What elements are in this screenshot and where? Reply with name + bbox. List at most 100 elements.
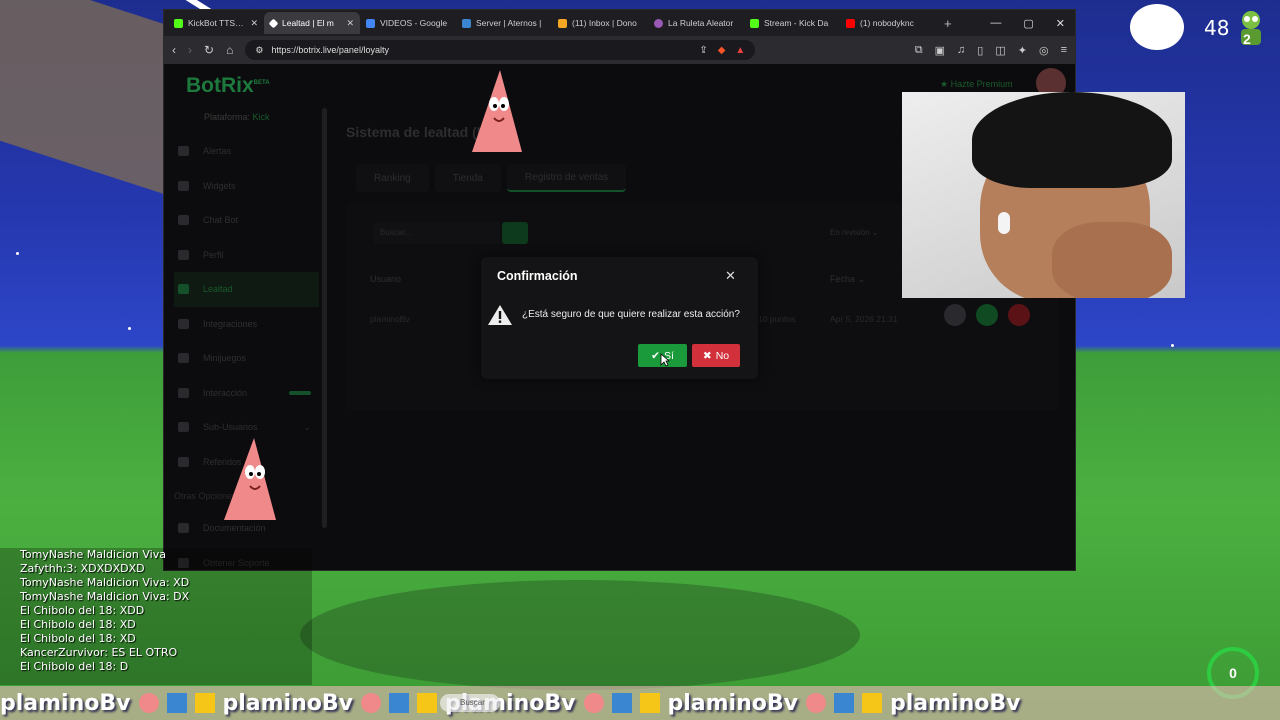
toolbar-icons: ⧉ ▣ ♫ ▯ ◫ ✦ ◎ ≡ <box>915 44 1067 57</box>
share-icon[interactable]: ⇪ <box>699 45 707 56</box>
earbud <box>998 212 1010 234</box>
browser-tab[interactable]: VIDEOS - Google <box>360 12 456 34</box>
browser-tab[interactable]: Stream - Kick Da <box>744 12 840 34</box>
taskbar-search[interactable]: Buscar <box>440 694 500 712</box>
url-text: https://botrix.live/panel/loyalty <box>271 45 389 55</box>
sidebar-item-chatbot[interactable]: Chat Bot <box>174 203 319 238</box>
forward-icon[interactable]: › <box>188 43 192 57</box>
extensions-icon[interactable]: ⧉ <box>915 44 923 57</box>
crown-icon <box>194 693 215 713</box>
rewards-icon[interactable]: ▲ <box>735 45 745 56</box>
sidebar-icon[interactable]: ▯ <box>977 44 983 57</box>
chat-icon <box>178 215 189 226</box>
viewer-count: 48 <box>1204 16 1230 40</box>
close-icon[interactable]: ✕ <box>250 18 258 29</box>
chat-message: El Chibolo del 18: XD <box>20 632 136 645</box>
back-icon[interactable]: ‹ <box>172 43 176 57</box>
column-header-date[interactable]: Fecha ⌄ <box>830 274 865 285</box>
close-icon[interactable]: ✕ <box>725 268 736 284</box>
minimize-icon[interactable]: — <box>990 17 1001 30</box>
vpn-icon[interactable]: ◎ <box>1039 44 1049 57</box>
wallet-icon[interactable]: ◫ <box>995 44 1005 57</box>
leo-icon[interactable]: ✦ <box>1018 44 1027 57</box>
name-ticker: plaminoBv plaminoBv plaminoBv plaminoBv … <box>0 686 1280 720</box>
close-window-icon[interactable]: ✕ <box>1056 17 1065 30</box>
tab-ranking[interactable]: Ranking <box>356 164 429 192</box>
sidebar-item-integraciones[interactable]: Integraciones <box>174 307 319 342</box>
tab-tienda[interactable]: Tienda <box>434 164 501 192</box>
sidebar-item-alertas[interactable]: Alertas <box>174 134 319 169</box>
nav-bar: ‹ › ↻ ⌂ ⚙ https://botrix.live/panel/loya… <box>164 36 1075 64</box>
address-bar[interactable]: ⚙ https://botrix.live/panel/loyalty ⇪ ◆ … <box>245 40 756 60</box>
mouse-cursor-icon <box>660 353 670 367</box>
star <box>128 327 131 330</box>
sidebar-item-lealtad[interactable]: Lealtad <box>174 272 319 307</box>
window-controls: — ▢ ✕ <box>990 17 1075 30</box>
music-icon[interactable]: ♫ <box>957 44 965 57</box>
sidebar-item-interaccion[interactable]: Interacción <box>174 376 319 411</box>
browser-tab[interactable]: La Ruleta Aleator <box>648 12 744 34</box>
row-view-button[interactable] <box>944 304 966 326</box>
widget-icon <box>178 180 189 191</box>
premium-label: Hazte Premium <box>950 79 1013 89</box>
sidebar-item-label: Integraciones <box>203 318 258 329</box>
warning-icon <box>488 305 512 325</box>
tab-label: Lealtad | El m <box>282 18 334 28</box>
confirmation-modal: Confirmación ✕ ¿Está seguro de que quier… <box>481 257 758 379</box>
browser-tab-active[interactable]: Lealtad | El m ✕ <box>264 12 360 34</box>
new-tab-icon[interactable]: + <box>944 16 952 31</box>
tab-registro-ventas[interactable]: Registro de ventas <box>506 164 627 192</box>
menu-icon[interactable]: ≡ <box>1061 44 1067 57</box>
brave-shield-icon[interactable]: ◆ <box>718 45 726 56</box>
home-icon[interactable]: ⌂ <box>226 43 233 57</box>
star-sticker-icon <box>583 693 604 713</box>
kick-icon <box>174 18 183 28</box>
no-label: No <box>715 349 730 362</box>
sidebar-item-widgets[interactable]: Widgets <box>174 169 319 204</box>
alert-icon <box>178 146 189 157</box>
site-info-icon[interactable]: ⚙ <box>255 45 263 56</box>
tab-label: Server | Aternos | <box>476 18 542 28</box>
x-icon: ✖ <box>702 349 712 362</box>
check-icon: ✔ <box>651 349 660 362</box>
tab-label: La Ruleta Aleator <box>668 18 734 28</box>
platform-label: Plataforma: <box>204 112 251 122</box>
sidebar-item-perfil[interactable]: Perfil <box>174 238 319 273</box>
title-text: Sistema de lealtad <box>346 124 469 140</box>
row-user: plaminoBv <box>370 314 410 324</box>
screenshot-icon[interactable]: ▣ <box>935 44 945 57</box>
close-icon[interactable]: ✕ <box>346 18 354 29</box>
logo-text: BotRix <box>186 74 254 97</box>
chevron-down-icon: ⌄ <box>303 421 311 432</box>
search-input[interactable]: Buscar... <box>374 222 500 244</box>
sidebar-item-label: Sub-Usuarios <box>203 422 258 433</box>
sidebar-item-minijuegos[interactable]: Minijuegos <box>174 341 319 376</box>
chat-message: TomyNashe Maldicion Viva <box>20 548 166 561</box>
date-header-label: Fecha <box>830 274 856 284</box>
avatar-number: 2 <box>1243 31 1251 47</box>
browser-tab[interactable]: KickBot TTS Com ✕ <box>168 12 264 34</box>
column-header-user[interactable]: Usuario <box>370 274 401 284</box>
chat-message: KancerZurvivor: ES EL OTRO <box>20 646 178 659</box>
browser-tab[interactable]: (1) nobodyknc <box>840 12 936 34</box>
maximize-icon[interactable]: ▢ <box>1023 17 1033 30</box>
loyalty-icon <box>178 284 189 295</box>
confirm-no-button[interactable]: ✖ No <box>692 344 740 367</box>
status-filter-select[interactable]: En revisión ⌄ <box>830 228 879 237</box>
browser-tab[interactable]: (11) Inbox | Dono <box>552 12 648 34</box>
kick-icon <box>750 18 759 28</box>
row-reject-button[interactable] <box>1008 304 1030 326</box>
search-button[interactable] <box>502 222 528 244</box>
star-sticker-icon <box>806 693 826 713</box>
reload-icon[interactable]: ↻ <box>204 43 214 57</box>
sidebar-scrollbar[interactable] <box>322 108 327 528</box>
premium-link[interactable]: ★ Hazte Premium <box>940 79 1013 90</box>
hammer-icon <box>389 693 409 713</box>
donation-icon <box>558 18 567 28</box>
row-approve-button[interactable] <box>976 304 998 326</box>
botrix-logo[interactable]: BotRixBETA <box>186 74 270 98</box>
ticker-name: plaminoBv <box>222 690 354 716</box>
referral-icon <box>178 456 189 467</box>
hammer-icon <box>611 693 632 713</box>
browser-tab[interactable]: Server | Aternos | <box>456 12 552 34</box>
